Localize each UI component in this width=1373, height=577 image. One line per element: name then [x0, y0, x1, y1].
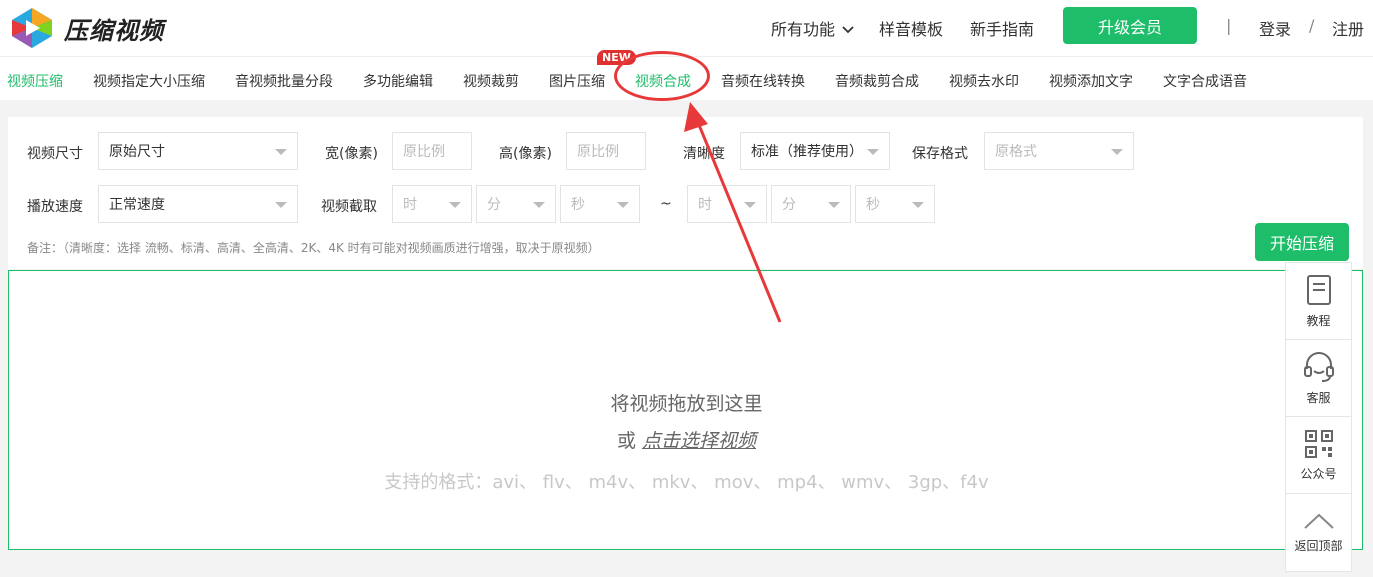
- chevron-down-icon: [842, 26, 854, 34]
- save-format-value: 原格式: [995, 144, 1037, 160]
- clarity-note: 备注：（清晰度：选择 流畅、标清、高清、全高清、2K、4K 时有可能对视频画质进…: [27, 241, 600, 255]
- nav-add-text[interactable]: 视频添加文字: [1049, 71, 1133, 91]
- sample-templates-link[interactable]: 样音模板: [879, 16, 943, 40]
- qr-code-icon: [1304, 429, 1333, 458]
- wechat-account-button[interactable]: 公众号: [1286, 417, 1351, 494]
- nav-batch-split[interactable]: 音视频批量分段: [235, 71, 333, 91]
- upgrade-member-button[interactable]: 升级会员: [1063, 7, 1197, 44]
- nav-video-compress[interactable]: 视频压缩: [7, 71, 63, 91]
- caret-down-icon: [533, 202, 545, 208]
- play-speed-select[interactable]: 正常速度: [98, 185, 298, 223]
- video-size-select[interactable]: 原始尺寸: [98, 132, 298, 170]
- login-link[interactable]: 登录: [1259, 16, 1291, 40]
- caret-down-icon: [617, 202, 629, 208]
- drop-pick-line: 或 点击选择视频: [9, 426, 1364, 453]
- nav-video-crop[interactable]: 视频裁剪: [463, 71, 519, 91]
- wechat-label: 公众号: [1300, 466, 1337, 481]
- save-format-select[interactable]: 原格式: [984, 132, 1134, 170]
- width-label: 宽(像素): [325, 146, 378, 162]
- all-features-label: 所有功能: [771, 20, 836, 39]
- beginner-guide-link[interactable]: 新手指南: [970, 16, 1034, 40]
- tutorial-button[interactable]: 教程: [1286, 263, 1351, 340]
- start-second-select[interactable]: 秒: [560, 185, 640, 223]
- caret-down-icon: [275, 202, 287, 208]
- book-icon: [1306, 274, 1331, 305]
- service-label: 客服: [1306, 390, 1331, 405]
- slash-divider: /: [1309, 16, 1315, 35]
- select-video-link[interactable]: 点击选择视频: [642, 430, 756, 452]
- nav-audio-convert[interactable]: 音频在线转换: [721, 71, 805, 91]
- start-compress-button[interactable]: 开始压缩: [1255, 223, 1349, 261]
- range-tilde: ~: [660, 196, 672, 212]
- video-size-label: 视频尺寸: [27, 146, 83, 162]
- clarity-select[interactable]: 标准（推荐使用）: [740, 132, 890, 170]
- highlight-circle: [614, 51, 710, 101]
- start-hour-select[interactable]: 时: [392, 185, 472, 223]
- logo[interactable]: 压缩视频: [8, 6, 164, 50]
- headset-icon: [1303, 351, 1334, 382]
- nav-multi-edit[interactable]: 多功能编辑: [363, 71, 433, 91]
- end-minute-select[interactable]: 分: [771, 185, 851, 223]
- logo-icon: [8, 6, 58, 50]
- end-second-select[interactable]: 秒: [855, 185, 935, 223]
- back-to-top-button[interactable]: 返回顶部: [1286, 494, 1351, 571]
- start-hour-value: 时: [403, 197, 417, 213]
- play-speed-label: 播放速度: [27, 199, 83, 215]
- caret-down-icon: [912, 202, 924, 208]
- height-label: 高(像素): [499, 146, 552, 162]
- side-toolbar: 教程 客服 公众号 返回顶部: [1285, 262, 1352, 572]
- play-speed-value: 正常速度: [109, 197, 165, 213]
- end-minute-value: 分: [782, 197, 796, 213]
- save-format-label: 保存格式: [912, 146, 968, 162]
- width-input[interactable]: 原比例: [392, 132, 472, 170]
- customer-service-button[interactable]: 客服: [1286, 340, 1351, 417]
- start-minute-select[interactable]: 分: [476, 185, 556, 223]
- supported-formats: 支持的格式：avi、 flv、 m4v、 mkv、 mov、 mp4、 wmv、…: [384, 472, 989, 493]
- end-hour-select[interactable]: 时: [687, 185, 767, 223]
- nav-text-to-speech[interactable]: 文字合成语音: [1163, 71, 1247, 91]
- nav-audio-cut-merge[interactable]: 音频裁剪合成: [835, 71, 919, 91]
- start-second-value: 秒: [571, 197, 585, 213]
- tutorial-label: 教程: [1306, 313, 1331, 328]
- end-hour-value: 时: [698, 197, 712, 213]
- drop-title: 将视频拖放到这里: [610, 393, 763, 415]
- nav-size-compress[interactable]: 视频指定大小压缩: [93, 71, 205, 91]
- caret-down-icon: [1111, 149, 1123, 155]
- drop-or-text: 或: [616, 430, 636, 452]
- caret-down-icon: [275, 149, 287, 155]
- all-features-link[interactable]: 所有功能: [771, 16, 854, 40]
- clarity-label: 清晰度: [683, 146, 725, 162]
- logo-text: 压缩视频: [64, 16, 164, 45]
- video-clip-label: 视频截取: [321, 199, 377, 215]
- start-minute-value: 分: [487, 197, 501, 213]
- clarity-value: 标准（推荐使用）: [751, 144, 863, 160]
- nav-remove-watermark[interactable]: 视频去水印: [949, 71, 1019, 91]
- caret-down-icon: [828, 202, 840, 208]
- height-input[interactable]: 原比例: [566, 132, 646, 170]
- caret-down-icon: [449, 202, 461, 208]
- video-drop-zone[interactable]: 将视频拖放到这里 或 点击选择视频 支持的格式：avi、 flv、 m4v、 m…: [8, 270, 1363, 550]
- nav-image-compress[interactable]: 图片压缩: [549, 71, 605, 91]
- caret-down-icon: [744, 202, 756, 208]
- video-size-value: 原始尺寸: [109, 144, 165, 160]
- back-to-top-label: 返回顶部: [1294, 539, 1343, 553]
- chevron-up-icon: [1303, 513, 1334, 529]
- caret-down-icon: [867, 149, 879, 155]
- register-link[interactable]: 注册: [1332, 16, 1364, 40]
- divider: |: [1226, 16, 1232, 35]
- end-second-value: 秒: [866, 197, 880, 213]
- header: 压缩视频 所有功能 样音模板 新手指南 升级会员 | 登录 / 注册: [0, 0, 1373, 56]
